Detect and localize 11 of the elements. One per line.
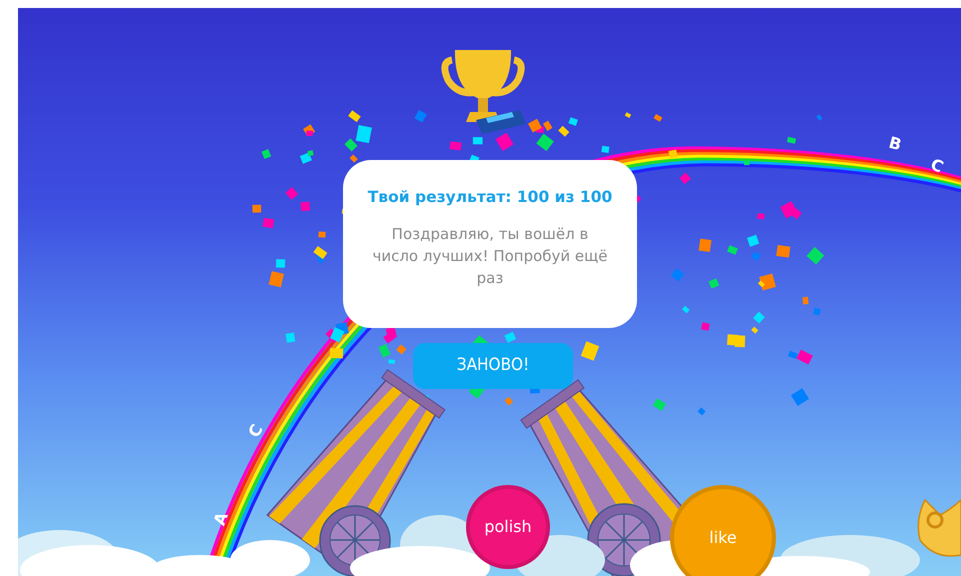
balloon[interactable]: like bbox=[670, 485, 776, 576]
balloon[interactable]: polish bbox=[466, 485, 550, 569]
restart-button[interactable]: ЗАНОВО! bbox=[413, 343, 573, 389]
rainbow-letter: A bbox=[212, 510, 231, 528]
hand-icon bbox=[918, 499, 961, 557]
rainbow-letter: C bbox=[246, 422, 266, 440]
result-title: Твой результат: 100 из 100 bbox=[368, 187, 612, 208]
congratulations-message: Поздравляю, ты вошёл в число лучших! Попробуй ещё раз bbox=[371, 224, 609, 290]
trophy-icon bbox=[441, 50, 526, 134]
rainbow-letter: B bbox=[887, 134, 904, 154]
rainbow-letter: C bbox=[928, 156, 946, 176]
